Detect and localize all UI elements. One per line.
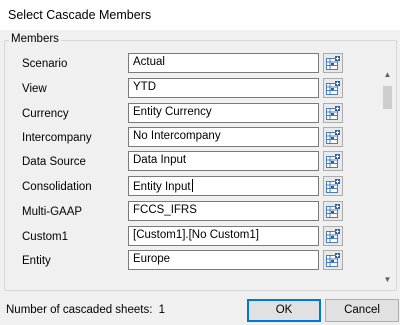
member-picker-button[interactable]	[323, 53, 343, 73]
member-picker-button[interactable]	[323, 151, 343, 171]
member-field-scenario[interactable]: Actual	[128, 53, 319, 73]
member-picker-button[interactable]	[323, 201, 343, 221]
cascaded-sheets-count: Number of cascaded sheets: 1	[6, 304, 165, 316]
member-row-scenario: Scenario Actual	[0, 53, 400, 77]
member-field-view[interactable]: YTD	[128, 78, 319, 98]
member-row-consolidation: Consolidation Entity Input	[0, 176, 400, 200]
member-field-entity[interactable]: Europe	[128, 250, 319, 270]
ok-button[interactable]: OK	[247, 299, 321, 322]
member-label: Currency	[22, 108, 69, 120]
member-label: Scenario	[22, 58, 68, 70]
member-label: View	[22, 83, 47, 95]
member-label: Consolidation	[22, 181, 92, 193]
member-label: Entity	[22, 255, 51, 267]
scrollbar-thumb[interactable]	[383, 86, 392, 109]
member-row-view: View YTD	[0, 78, 400, 102]
member-picker-button[interactable]	[323, 250, 343, 270]
member-row-multi-gaap: Multi-GAAP FCCS_IFRS	[0, 201, 400, 225]
dialog-title: Select Cascade Members	[8, 8, 152, 22]
member-field-data-source[interactable]: Data Input	[128, 151, 319, 171]
member-row-entity: Entity Europe	[0, 250, 400, 274]
member-row-data-source: Data Source Data Input	[0, 151, 400, 175]
cancel-button[interactable]: Cancel	[325, 299, 399, 322]
member-field-multi-gaap[interactable]: FCCS_IFRS	[128, 201, 319, 221]
member-label: Data Source	[22, 156, 86, 168]
member-label: Intercompany	[22, 132, 92, 144]
member-label: Custom1	[22, 231, 69, 243]
chevron-up-icon[interactable]: ▲	[380, 68, 395, 82]
member-row-custom1: Custom1 [Custom1].[No Custom1]	[0, 226, 400, 250]
members-group-label: Members	[9, 33, 61, 45]
vertical-scrollbar[interactable]: ▲ ▼	[380, 68, 395, 287]
member-label: Multi-GAAP	[22, 206, 83, 218]
member-picker-button[interactable]	[323, 103, 343, 123]
cascaded-sheets-label: Number of cascaded sheets:	[6, 304, 153, 316]
chevron-down-icon[interactable]: ▼	[380, 273, 395, 287]
member-field-intercompany[interactable]: No Intercompany	[128, 127, 319, 147]
member-field-consolidation[interactable]: Entity Input	[128, 176, 319, 196]
member-picker-button[interactable]	[323, 176, 343, 196]
member-picker-button[interactable]	[323, 78, 343, 98]
cascaded-sheets-value: 1	[158, 304, 165, 316]
member-field-currency[interactable]: Entity Currency	[128, 103, 319, 123]
member-picker-button[interactable]	[323, 226, 343, 246]
title-bar: Select Cascade Members	[0, 0, 400, 31]
member-field-custom1[interactable]: [Custom1].[No Custom1]	[128, 226, 319, 246]
member-picker-button[interactable]	[323, 127, 343, 147]
member-row-currency: Currency Entity Currency	[0, 103, 400, 127]
member-row-intercompany: Intercompany No Intercompany	[0, 127, 400, 151]
